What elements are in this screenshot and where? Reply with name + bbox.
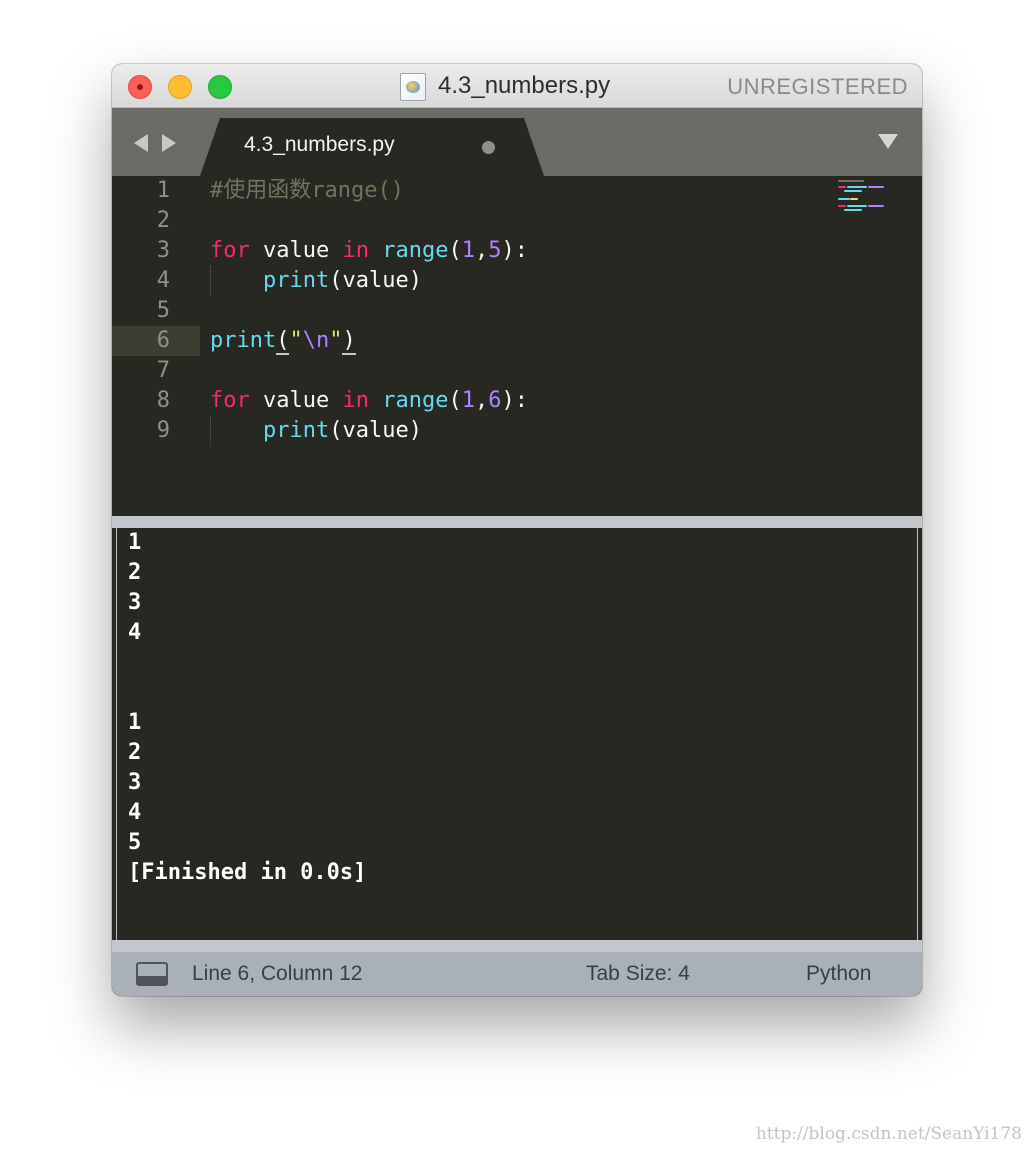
comma-token: , xyxy=(474,388,489,413)
build-finished-message: [Finished in 0.0s] xyxy=(128,860,367,885)
line-number: 9 xyxy=(156,418,170,443)
args-token: (value) xyxy=(329,418,422,443)
output-line: 3 xyxy=(128,770,142,795)
paren-token: ): xyxy=(501,238,528,263)
escape-token: \n xyxy=(302,328,330,353)
code-line-8[interactable]: for value in range(1,6): xyxy=(210,386,528,416)
keyword-token: for xyxy=(210,238,250,263)
code-line-1[interactable]: #使用函数range() xyxy=(210,176,404,206)
chevron-left-icon[interactable] xyxy=(134,134,148,152)
keyword-token: in xyxy=(342,238,369,263)
indent-token xyxy=(210,418,263,443)
line-number: 8 xyxy=(156,388,170,413)
code-line-3[interactable]: for value in range(1,5): xyxy=(210,236,528,266)
output-line: 2 xyxy=(128,740,142,765)
code-line-9[interactable]: print(value) xyxy=(210,416,422,446)
function-token: range xyxy=(382,388,449,413)
output-line: 1 xyxy=(128,530,142,555)
triangle-down-icon[interactable] xyxy=(878,134,898,149)
output-line: 5 xyxy=(128,830,142,855)
line-number: 7 xyxy=(156,358,170,383)
function-token: print xyxy=(262,418,330,443)
number-token: 5 xyxy=(488,238,502,263)
number-token: 1 xyxy=(461,238,475,263)
title-bar: 4.3_numbers.py UNREGISTERED xyxy=(112,64,922,108)
paren-token: ( xyxy=(448,238,462,263)
status-bar: Line 6, Column 12 Tab Size: 4 Python xyxy=(112,952,922,996)
identifier-token: value xyxy=(249,238,343,263)
panel-divider[interactable] xyxy=(112,516,922,528)
sublime-window: 4.3_numbers.py UNREGISTERED 4.3_numbers.… xyxy=(112,64,922,996)
paren-token: ( xyxy=(448,388,462,413)
code-line-6[interactable]: print("\n") xyxy=(210,326,356,356)
args-token: (value) xyxy=(329,268,422,293)
paren-token: ): xyxy=(501,388,528,413)
tab-size-indicator[interactable]: Tab Size: 4 xyxy=(586,962,690,986)
line-number: 6 xyxy=(156,328,170,353)
output-line: 1 xyxy=(128,710,142,735)
line-number: 2 xyxy=(156,208,170,233)
matched-bracket-token: ( xyxy=(276,328,290,355)
close-button[interactable] xyxy=(128,75,152,99)
code-editor[interactable]: 1 2 3 4 5 6 7 8 9 #使用函数range() for value… xyxy=(112,176,922,516)
output-line: 4 xyxy=(128,620,142,645)
function-token: print xyxy=(210,328,277,353)
comment-token: #使用函数range() xyxy=(210,178,404,203)
output-line: 4 xyxy=(128,800,142,825)
output-line: 2 xyxy=(128,560,142,585)
identifier-token: value xyxy=(249,388,343,413)
indent-token xyxy=(210,268,263,293)
panel-toggle-icon[interactable] xyxy=(136,962,168,986)
function-token: range xyxy=(382,238,449,263)
string-token: " xyxy=(289,328,303,353)
string-token: " xyxy=(329,328,343,353)
minimize-button[interactable] xyxy=(168,75,192,99)
number-token: 6 xyxy=(488,388,502,413)
python-file-icon xyxy=(400,73,426,101)
cursor-position[interactable]: Line 6, Column 12 xyxy=(192,962,362,986)
build-output-panel[interactable]: 1 2 3 4 1 2 3 4 5 [Finished in 0.0s] xyxy=(116,528,918,940)
comma-token: , xyxy=(474,238,489,263)
unregistered-label: UNREGISTERED xyxy=(727,74,908,99)
window-title: 4.3_numbers.py xyxy=(438,72,611,99)
tab-bar: 4.3_numbers.py xyxy=(112,108,922,176)
matched-bracket-token: ) xyxy=(342,328,356,355)
number-token: 1 xyxy=(461,388,475,413)
code-line-4[interactable]: print(value) xyxy=(210,266,422,296)
output-panel-border xyxy=(112,940,922,952)
syntax-selector[interactable]: Python xyxy=(806,962,871,986)
function-token: print xyxy=(262,268,330,293)
tab-label[interactable]: 4.3_numbers.py xyxy=(244,133,395,157)
line-number: 5 xyxy=(156,298,170,323)
zoom-button[interactable] xyxy=(208,75,232,99)
keyword-token: for xyxy=(210,388,250,413)
minimap[interactable] xyxy=(838,180,888,214)
chevron-right-icon[interactable] xyxy=(162,134,176,152)
keyword-token: in xyxy=(342,388,369,413)
unsaved-dot-icon[interactable] xyxy=(482,141,495,154)
watermark: http://blog.csdn.net/SeanYi178 xyxy=(755,1124,1022,1144)
output-line: 3 xyxy=(128,590,142,615)
line-number: 4 xyxy=(156,268,170,293)
line-number: 1 xyxy=(156,178,170,203)
line-number: 3 xyxy=(156,238,170,263)
